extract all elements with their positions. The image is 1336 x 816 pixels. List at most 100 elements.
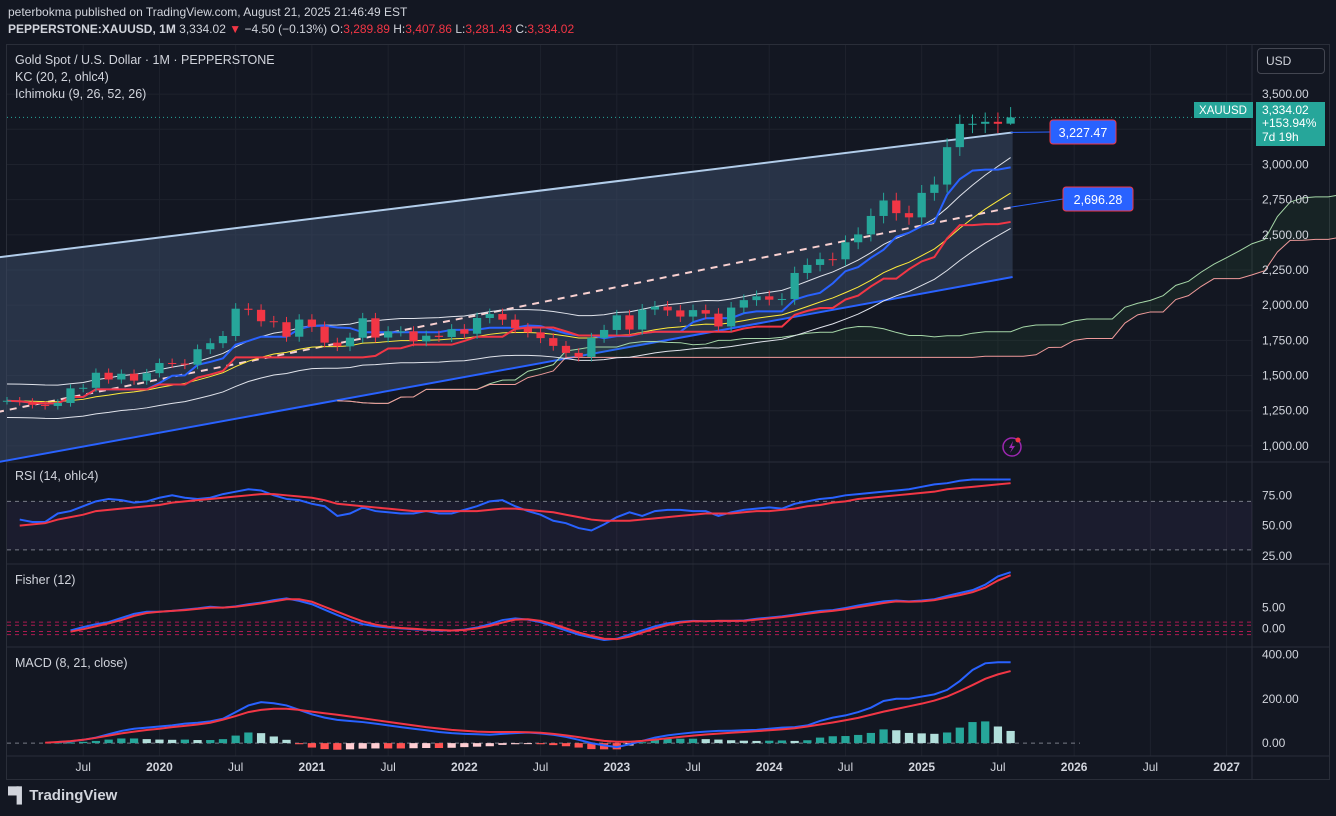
macd-axis-label: 200.00 [1262, 692, 1299, 706]
candle-body [714, 313, 723, 327]
candle-body [409, 331, 418, 342]
candle-body [701, 310, 710, 314]
candle-body [295, 319, 304, 337]
candle-body [727, 307, 736, 327]
macd-histogram-bar [688, 738, 698, 744]
tradingview-logo-text: TradingView [29, 787, 118, 804]
currency-button[interactable]: USD [1257, 48, 1325, 74]
change-pct-tag: +153.94% [1262, 116, 1317, 130]
symbol-tag: XAUUSD [1199, 105, 1247, 117]
candle-body [168, 363, 177, 365]
candle-body [803, 264, 812, 273]
macd-histogram-bar [739, 740, 748, 744]
candle-body [650, 306, 660, 310]
mid-line-value: 2,696.28 [1074, 193, 1123, 207]
macd-histogram-bar [854, 734, 863, 744]
time-axis-label: 2023 [603, 760, 630, 774]
kc-legend[interactable]: KC (20, 2, ohlc4) [15, 70, 109, 84]
rsi-legend[interactable]: RSI (14, ohlc4) [15, 469, 98, 483]
time-axis-label: 2026 [1061, 760, 1088, 774]
fisher-legend[interactable]: Fisher (12) [15, 573, 75, 587]
rsi-axis-label: 75.00 [1262, 488, 1292, 502]
price-axis-label: 3,000.00 [1262, 157, 1309, 171]
rsi-axis-label: 50.00 [1262, 519, 1292, 533]
candle-body [155, 363, 164, 374]
candle-body [854, 234, 863, 243]
candle-body [256, 309, 266, 322]
macd-histogram-bar [472, 743, 482, 747]
tradingview-mark-icon: ▀▌ [8, 787, 27, 804]
macd-histogram-bar [828, 736, 837, 744]
macd-histogram-bar [206, 740, 215, 744]
macd-histogram-bar [155, 739, 164, 744]
macd-histogram-bar [129, 738, 139, 744]
macd-histogram-bar [498, 743, 507, 745]
time-axis-label: 2022 [451, 760, 478, 774]
macd-histogram-bar [765, 740, 774, 744]
price-axis-label: 2,000.00 [1262, 298, 1309, 312]
macd-histogram-bar [955, 727, 964, 744]
candle-body [358, 318, 367, 338]
macd-legend[interactable]: MACD (8, 21, close) [15, 656, 128, 670]
macd-histogram-bar [383, 743, 393, 749]
tradingview-logo[interactable]: ▀▌ TradingView [8, 787, 117, 804]
candle-body [498, 314, 507, 320]
macd-histogram-bar [231, 735, 240, 744]
macd-histogram-bar [942, 732, 952, 744]
macd-pane [7, 661, 1080, 750]
candle-body [561, 345, 571, 353]
macd-histogram-bar [79, 741, 88, 744]
rsi-band [7, 501, 1252, 550]
macd-histogram-bar [968, 722, 977, 744]
candle-body [79, 387, 88, 389]
time-axis-label: Jul [380, 760, 395, 774]
candle-body [587, 337, 596, 357]
macd-histogram-bar [1006, 730, 1015, 744]
candle-body [129, 373, 139, 381]
rsi-pane [7, 478, 1252, 551]
ichimoku-legend[interactable]: Ichimoku (9, 26, 52, 26) [15, 87, 146, 101]
price-axis-label: 2,500.00 [1262, 228, 1309, 242]
price-axis-label: 1,000.00 [1262, 439, 1309, 453]
macd-histogram-bar [320, 743, 329, 750]
fisher-axis-label: 0.00 [1262, 621, 1286, 635]
candle-body [904, 213, 914, 218]
macd-histogram-bar [841, 736, 850, 744]
macd-histogram-bar [485, 743, 494, 747]
macd-histogram-bar [282, 739, 291, 744]
macd-histogram-bar [447, 743, 456, 748]
macd-histogram-bar [727, 740, 736, 744]
time-axis-label: 2025 [908, 760, 935, 774]
macd-histogram-bar [218, 739, 228, 744]
time-axis-label: 2027 [1213, 760, 1240, 774]
time-axis-label: 2020 [146, 760, 173, 774]
time-axis-label: Jul [990, 760, 1005, 774]
candle-body [371, 318, 380, 338]
mid-tag-connector [1010, 198, 1064, 208]
countdown-tag: 7d 19h [1262, 130, 1299, 144]
candle-body [1006, 117, 1015, 124]
candle-body [625, 315, 634, 330]
fisher-pane [7, 571, 1252, 642]
candle-body [777, 298, 787, 300]
candle-body [28, 401, 37, 405]
macd-histogram-bar [892, 730, 901, 744]
lightning-icon[interactable] [1002, 437, 1022, 457]
candle-body [333, 342, 342, 347]
macd-histogram-bar [295, 743, 304, 745]
chart-canvas[interactable]: 3,500.003,250.003,000.002,750.002,500.00… [0, 0, 1336, 816]
candle-body [40, 404, 50, 406]
macd-histogram-bar [917, 733, 926, 744]
candle-body [142, 373, 151, 381]
candle-body [104, 372, 113, 380]
macd-histogram-bar [460, 743, 469, 748]
candle-body [968, 123, 977, 125]
candle-body [879, 200, 888, 216]
macd-histogram-bar [180, 739, 189, 744]
macd-histogram-bar [371, 743, 380, 749]
channel-fill [0, 132, 1013, 462]
upper-line-value: 3,227.47 [1059, 126, 1108, 140]
macd-histogram-bar [536, 743, 545, 745]
candle-body [752, 296, 761, 301]
macd-histogram-bar [790, 740, 799, 744]
